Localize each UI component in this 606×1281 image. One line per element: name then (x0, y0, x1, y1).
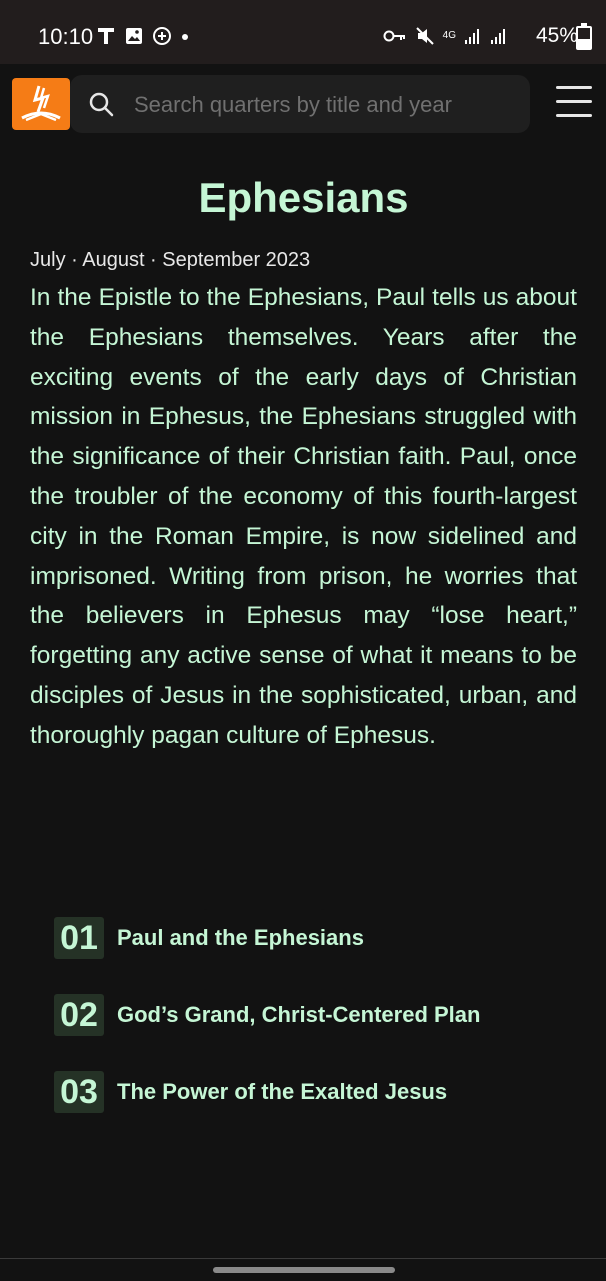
lesson-number: 03 (54, 1071, 104, 1113)
signal-icon (491, 29, 505, 44)
battery-icon (576, 23, 592, 50)
quarter-details: Ephesians July · August · September 2023… (30, 172, 577, 756)
key-icon (383, 30, 405, 42)
adventist-logo-icon[interactable] (12, 78, 70, 130)
lesson-item-01[interactable]: 01 Paul and the Ephesians (54, 912, 574, 964)
lesson-item-02[interactable]: 02 God’s Grand, Christ-Centered Plan (54, 989, 574, 1041)
notification-icons (96, 26, 190, 46)
lesson-number: 01 (54, 917, 104, 959)
search-bar[interactable] (70, 75, 530, 133)
lesson-title: Paul and the Ephesians (117, 925, 364, 950)
quarter-description: In the Epistle to the Ephesians, Paul te… (30, 284, 577, 749)
search-icon[interactable] (88, 91, 114, 117)
system-navigation-bar (0, 1258, 606, 1281)
quarter-period: July · August · September 2023 (30, 249, 311, 271)
messenger-icon (153, 27, 171, 45)
mute-icon (415, 27, 434, 45)
battery-percent: 45% (535, 24, 578, 47)
search-input[interactable] (132, 89, 516, 121)
system-icons: 4G (383, 26, 508, 46)
lesson-item-03[interactable]: 03 The Power of the Exalted Jesus (54, 1066, 574, 1118)
lesson-title: God’s Grand, Christ-Centered Plan (117, 1002, 481, 1027)
lesson-title: The Power of the Exalted Jesus (117, 1079, 448, 1104)
status-time: 10:10 (38, 24, 94, 49)
lesson-number: 02 (54, 994, 104, 1036)
image-icon (126, 28, 142, 44)
signal-icon (465, 29, 479, 44)
app-bar (0, 70, 606, 140)
status-bar: 10:10 4G 45% (0, 0, 606, 64)
lesson-list: 01 Paul and the Ephesians 02 God’s Grand… (54, 912, 574, 1143)
network-type: 4G (442, 30, 456, 41)
quarter-title: Ephesians (198, 174, 409, 221)
home-gesture-handle[interactable] (213, 1267, 395, 1273)
hamburger-menu-icon[interactable] (556, 86, 592, 120)
t-mobile-icon (98, 28, 114, 44)
dot-icon (182, 34, 188, 40)
